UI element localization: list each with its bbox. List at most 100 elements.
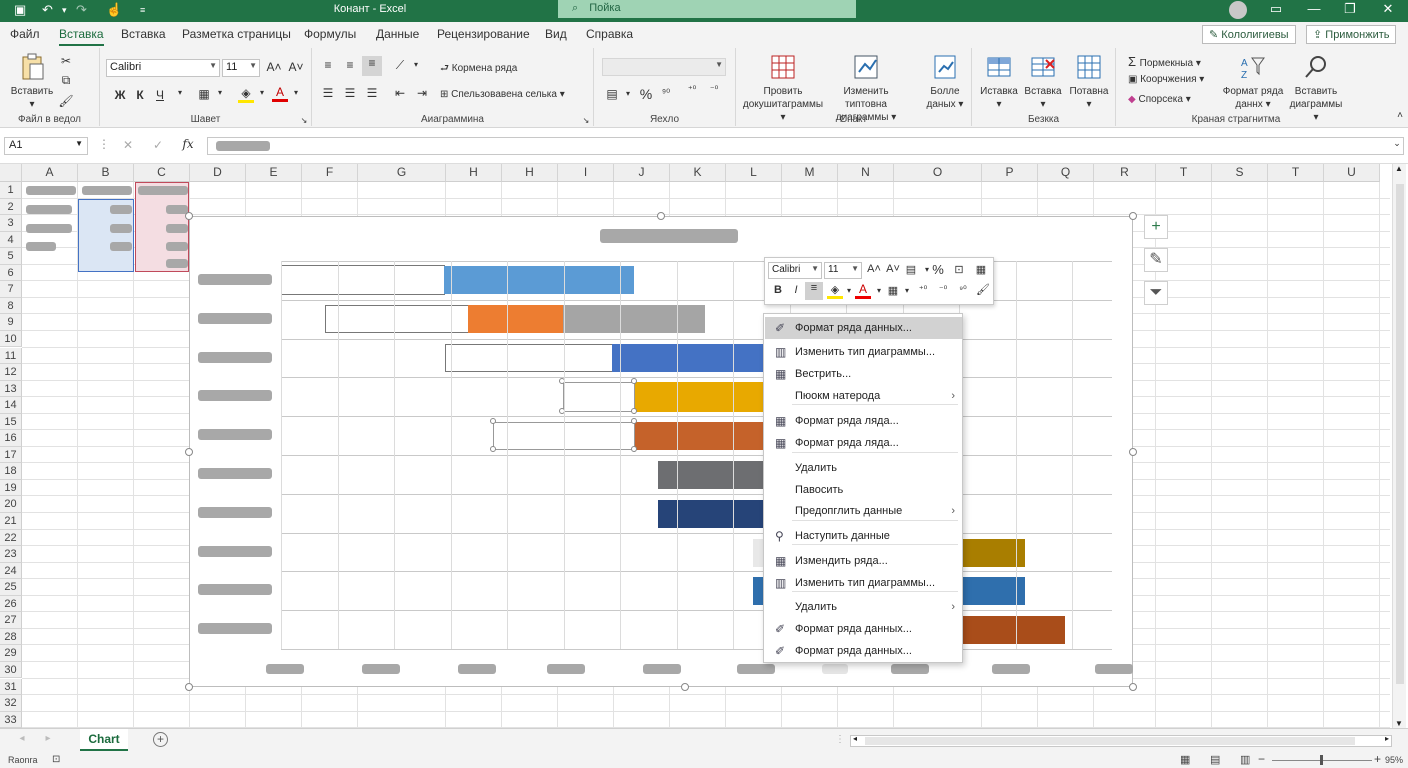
tab-help[interactable]: Справка bbox=[586, 27, 633, 41]
decrease-decimal-icon[interactable]: ⁻⁰ bbox=[706, 84, 722, 95]
insert-function-icon[interactable]: fx bbox=[180, 137, 196, 151]
column-header[interactable]: Q bbox=[1038, 164, 1094, 182]
add-sheet-icon[interactable]: + bbox=[153, 732, 168, 747]
borders-icon[interactable]: ▦ bbox=[196, 87, 212, 101]
increase-font-icon[interactable]: A˄ bbox=[266, 60, 282, 74]
chart-resize-handle-br[interactable] bbox=[1129, 683, 1137, 691]
zoom-out-icon[interactable]: − bbox=[1258, 752, 1265, 766]
row-header[interactable]: 22 bbox=[0, 529, 22, 547]
format-cells-button[interactable]: Потавна ▾ bbox=[1066, 52, 1112, 111]
tab-page-layout[interactable]: Разметка страницы bbox=[182, 27, 291, 41]
increase-font-icon[interactable]: A˄ bbox=[866, 263, 882, 275]
cancel-icon[interactable]: ✕ bbox=[120, 138, 136, 152]
scroll-left-icon[interactable]: ◂ bbox=[853, 734, 857, 743]
chart-styles-button[interactable]: ✎ bbox=[1144, 248, 1168, 272]
zoom-in-icon[interactable]: + bbox=[1374, 752, 1381, 766]
row-header[interactable]: 8 bbox=[0, 297, 22, 315]
insert-cells-button[interactable]: Иставка ▾ bbox=[976, 52, 1022, 111]
chart-elements-button[interactable]: + bbox=[1144, 215, 1168, 239]
undo-dropdown-icon[interactable]: ▾ bbox=[62, 5, 67, 16]
zoom-slider-thumb[interactable] bbox=[1320, 755, 1323, 765]
row-header[interactable]: 2 bbox=[0, 198, 22, 216]
row-header[interactable]: 15 bbox=[0, 413, 22, 431]
row-header[interactable]: 33 bbox=[0, 711, 22, 728]
collapse-ribbon-icon[interactable]: ˄ bbox=[1392, 110, 1408, 121]
currency-icon[interactable]: ▤ bbox=[604, 87, 620, 101]
column-header[interactable]: T bbox=[1156, 164, 1212, 182]
column-header[interactable]: B bbox=[78, 164, 134, 182]
row-header[interactable]: 9 bbox=[0, 314, 22, 331]
row-header[interactable]: 10 bbox=[0, 330, 22, 348]
close-icon[interactable]: ✕ bbox=[1378, 1, 1398, 17]
mini-align-icon[interactable]: ≡ bbox=[805, 282, 823, 300]
touch-mode-icon[interactable]: ☝ bbox=[106, 2, 122, 18]
redo-icon[interactable]: ↷ bbox=[76, 2, 87, 18]
mini-italic-button[interactable]: I bbox=[788, 284, 804, 296]
row-header[interactable]: 27 bbox=[0, 612, 22, 629]
comments-button[interactable]: ✎ Кололигиевы bbox=[1202, 25, 1296, 44]
row-header[interactable]: 14 bbox=[0, 397, 22, 414]
currency-dropdown-icon[interactable]: ▾ bbox=[620, 89, 636, 98]
fill-color-icon[interactable]: ◈ bbox=[238, 86, 254, 103]
task-3-offset-bar[interactable] bbox=[445, 344, 613, 372]
task-5-bar[interactable] bbox=[635, 422, 765, 450]
expand-formula-icon[interactable]: ⌄ bbox=[1389, 138, 1405, 149]
column-header[interactable]: U bbox=[1324, 164, 1380, 182]
column-header[interactable]: F bbox=[302, 164, 358, 182]
share-button[interactable]: ⇪ Примонжить bbox=[1306, 25, 1397, 44]
row-header[interactable]: 17 bbox=[0, 446, 22, 464]
point-handle[interactable] bbox=[490, 418, 496, 424]
row-header[interactable]: 19 bbox=[0, 479, 22, 497]
chart-filters-button[interactable]: ⏷ bbox=[1144, 281, 1168, 305]
page-break-view-icon[interactable]: ▥ bbox=[1240, 753, 1250, 766]
task-10-bar[interactable] bbox=[963, 616, 1065, 644]
format-selection-icon[interactable]: ⊡ bbox=[951, 263, 967, 276]
column-header[interactable]: P bbox=[982, 164, 1038, 182]
restore-icon[interactable]: ❐ bbox=[1340, 1, 1360, 17]
row-header[interactable]: 23 bbox=[0, 546, 22, 563]
chart-resize-handle-bl[interactable] bbox=[185, 683, 193, 691]
context-menu-item[interactable]: ▦ Вестрить... bbox=[765, 363, 962, 385]
enter-icon[interactable]: ✓ bbox=[150, 138, 166, 152]
zoom-level[interactable]: 95% bbox=[1385, 755, 1403, 765]
merge-center-button[interactable]: ⊞ Спельзовавена селька ▾ bbox=[440, 89, 565, 100]
format-painter-icon[interactable]: 🖌 bbox=[58, 94, 74, 108]
paste-button[interactable]: Вставить ▾ bbox=[6, 52, 58, 111]
orientation-icon[interactable]: ⟋ bbox=[392, 58, 408, 73]
align-bottom-icon[interactable]: ≡ bbox=[362, 56, 382, 76]
context-menu-item[interactable]: Павосить bbox=[765, 479, 962, 501]
delete-cells-button[interactable]: Вставка ▾ bbox=[1020, 52, 1066, 111]
chart-resize-handle-b[interactable] bbox=[681, 683, 689, 691]
mini-format-painter-icon[interactable]: 🖌 bbox=[975, 283, 991, 296]
clear-button[interactable]: ◆ Спорсека ▾ bbox=[1128, 94, 1191, 105]
tab-view[interactable]: Вид bbox=[545, 27, 567, 41]
task-1-bar[interactable] bbox=[444, 266, 634, 294]
font-size-combo[interactable]: 11 ▼ bbox=[222, 59, 260, 77]
row-header[interactable]: 31 bbox=[0, 678, 22, 696]
tab-data[interactable]: Данные bbox=[376, 27, 419, 41]
comma-style-icon[interactable]: ⁹⁰ bbox=[658, 88, 674, 99]
autosum-button[interactable]: Σ Пормекныа ▾ bbox=[1128, 54, 1201, 69]
point-handle[interactable] bbox=[631, 418, 637, 424]
tab-file[interactable]: Файл bbox=[10, 27, 40, 41]
horizontal-scrollbar[interactable]: ◂ ▸ bbox=[850, 734, 1392, 747]
task-1-offset-bar[interactable] bbox=[281, 265, 445, 295]
row-header[interactable]: 26 bbox=[0, 595, 22, 613]
scroll-down-icon[interactable]: ▼ bbox=[1395, 719, 1403, 728]
row-header[interactable]: 30 bbox=[0, 661, 22, 679]
save-icon[interactable]: ▣ bbox=[14, 2, 26, 18]
next-sheet-icon[interactable]: ▸ bbox=[40, 733, 56, 744]
number-format-combo[interactable]: ▼ bbox=[602, 58, 726, 76]
column-header[interactable]: R bbox=[1094, 164, 1156, 182]
column-header[interactable]: I bbox=[558, 164, 614, 182]
column-header[interactable]: H bbox=[502, 164, 558, 182]
row-header[interactable]: 18 bbox=[0, 463, 22, 480]
accessibility-icon[interactable]: ⊡ bbox=[52, 754, 60, 765]
context-menu-item[interactable]: ▥ Изменить тип диаграммы... bbox=[765, 341, 962, 363]
increase-decimal-icon[interactable]: ⁺⁰ bbox=[684, 84, 700, 95]
column-header[interactable]: M bbox=[782, 164, 838, 182]
vertical-scroll-thumb[interactable] bbox=[1396, 184, 1404, 684]
sort-filter-button[interactable]: AZ Формат ряда даннх ▾ bbox=[1216, 52, 1290, 111]
fill-dropdown-icon[interactable]: ▾ bbox=[254, 88, 270, 97]
row-header[interactable]: 6 bbox=[0, 264, 22, 282]
